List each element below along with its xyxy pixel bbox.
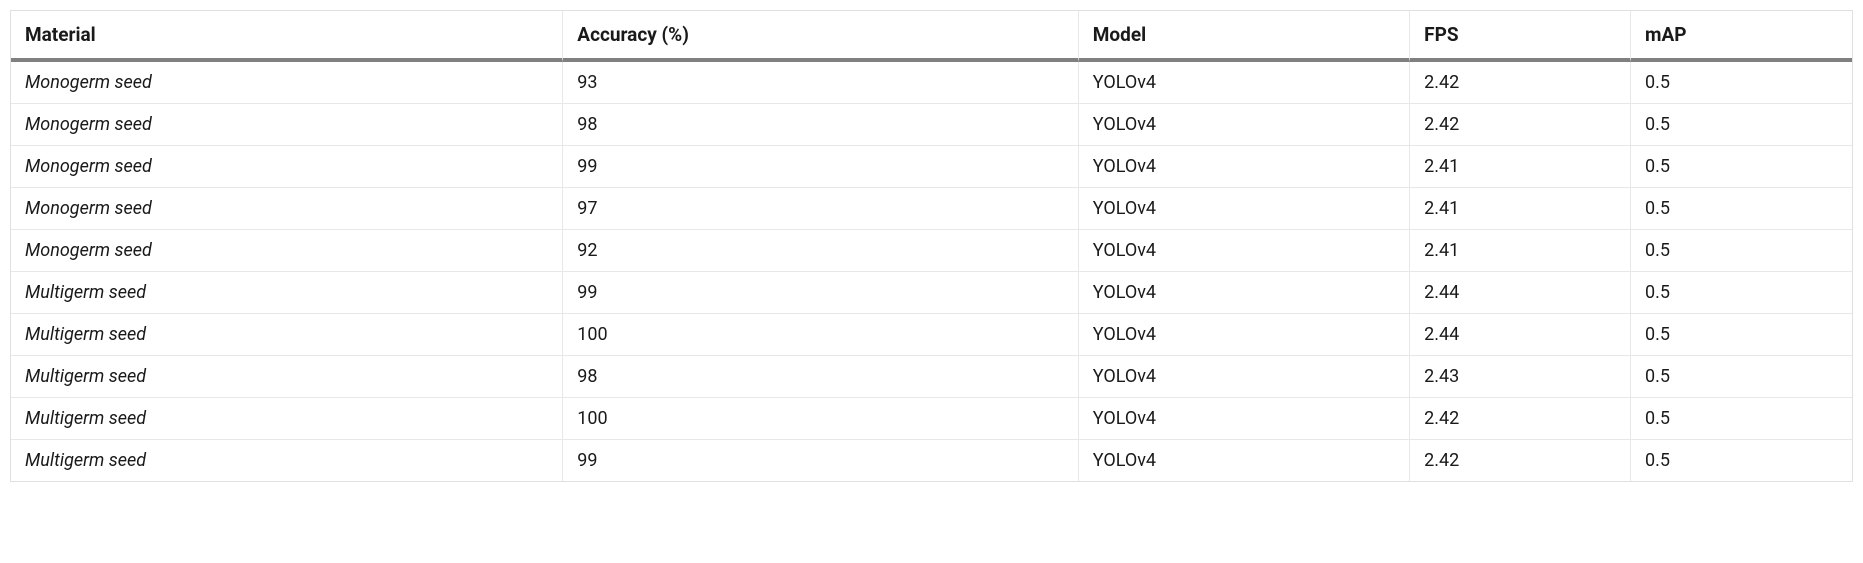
cell-material: Multigerm seed (11, 355, 563, 397)
cell-material: Multigerm seed (11, 313, 563, 355)
cell-map: 0.5 (1631, 313, 1852, 355)
cell-accuracy: 93 (563, 62, 1078, 103)
cell-material: Monogerm seed (11, 103, 563, 145)
cell-accuracy: 98 (563, 103, 1078, 145)
cell-accuracy: 92 (563, 229, 1078, 271)
cell-accuracy: 99 (563, 271, 1078, 313)
cell-accuracy: 100 (563, 397, 1078, 439)
header-material: Material (11, 11, 563, 62)
cell-model: YOLOv4 (1079, 103, 1410, 145)
cell-material: Multigerm seed (11, 397, 563, 439)
cell-map: 0.5 (1631, 62, 1852, 103)
table-row: Multigerm seed 100 YOLOv4 2.44 0.5 (11, 313, 1852, 355)
cell-map: 0.5 (1631, 355, 1852, 397)
header-model: Model (1079, 11, 1410, 62)
data-table: Material Accuracy (%) Model FPS mAP Mono… (10, 10, 1853, 482)
cell-accuracy: 98 (563, 355, 1078, 397)
table-row: Monogerm seed 99 YOLOv4 2.41 0.5 (11, 145, 1852, 187)
cell-model: YOLOv4 (1079, 397, 1410, 439)
cell-model: YOLOv4 (1079, 145, 1410, 187)
cell-map: 0.5 (1631, 103, 1852, 145)
cell-model: YOLOv4 (1079, 313, 1410, 355)
cell-fps: 2.42 (1410, 439, 1631, 481)
cell-map: 0.5 (1631, 145, 1852, 187)
table-row: Multigerm seed 100 YOLOv4 2.42 0.5 (11, 397, 1852, 439)
cell-model: YOLOv4 (1079, 62, 1410, 103)
cell-material: Monogerm seed (11, 145, 563, 187)
cell-fps: 2.42 (1410, 397, 1631, 439)
cell-material: Monogerm seed (11, 62, 563, 103)
table-row: Multigerm seed 99 YOLOv4 2.42 0.5 (11, 439, 1852, 481)
cell-material: Monogerm seed (11, 229, 563, 271)
cell-accuracy: 97 (563, 187, 1078, 229)
cell-material: Multigerm seed (11, 439, 563, 481)
cell-fps: 2.42 (1410, 62, 1631, 103)
table-row: Monogerm seed 92 YOLOv4 2.41 0.5 (11, 229, 1852, 271)
cell-accuracy: 99 (563, 145, 1078, 187)
cell-model: YOLOv4 (1079, 271, 1410, 313)
cell-fps: 2.42 (1410, 103, 1631, 145)
header-map: mAP (1631, 11, 1852, 62)
table-header-row: Material Accuracy (%) Model FPS mAP (11, 11, 1852, 62)
cell-fps: 2.44 (1410, 313, 1631, 355)
cell-fps: 2.41 (1410, 187, 1631, 229)
table-row: Multigerm seed 98 YOLOv4 2.43 0.5 (11, 355, 1852, 397)
cell-model: YOLOv4 (1079, 439, 1410, 481)
header-accuracy: Accuracy (%) (563, 11, 1078, 62)
header-fps: FPS (1410, 11, 1631, 62)
cell-fps: 2.43 (1410, 355, 1631, 397)
cell-map: 0.5 (1631, 229, 1852, 271)
table-row: Multigerm seed 99 YOLOv4 2.44 0.5 (11, 271, 1852, 313)
table-row: Monogerm seed 93 YOLOv4 2.42 0.5 (11, 62, 1852, 103)
cell-fps: 2.41 (1410, 145, 1631, 187)
cell-model: YOLOv4 (1079, 187, 1410, 229)
cell-accuracy: 99 (563, 439, 1078, 481)
cell-model: YOLOv4 (1079, 229, 1410, 271)
cell-material: Multigerm seed (11, 271, 563, 313)
table-row: Monogerm seed 98 YOLOv4 2.42 0.5 (11, 103, 1852, 145)
cell-map: 0.5 (1631, 187, 1852, 229)
cell-fps: 2.44 (1410, 271, 1631, 313)
cell-material: Monogerm seed (11, 187, 563, 229)
cell-accuracy: 100 (563, 313, 1078, 355)
table-body: Monogerm seed 93 YOLOv4 2.42 0.5 Monoger… (11, 62, 1852, 481)
cell-map: 0.5 (1631, 439, 1852, 481)
cell-model: YOLOv4 (1079, 355, 1410, 397)
cell-fps: 2.41 (1410, 229, 1631, 271)
cell-map: 0.5 (1631, 397, 1852, 439)
table-row: Monogerm seed 97 YOLOv4 2.41 0.5 (11, 187, 1852, 229)
cell-map: 0.5 (1631, 271, 1852, 313)
